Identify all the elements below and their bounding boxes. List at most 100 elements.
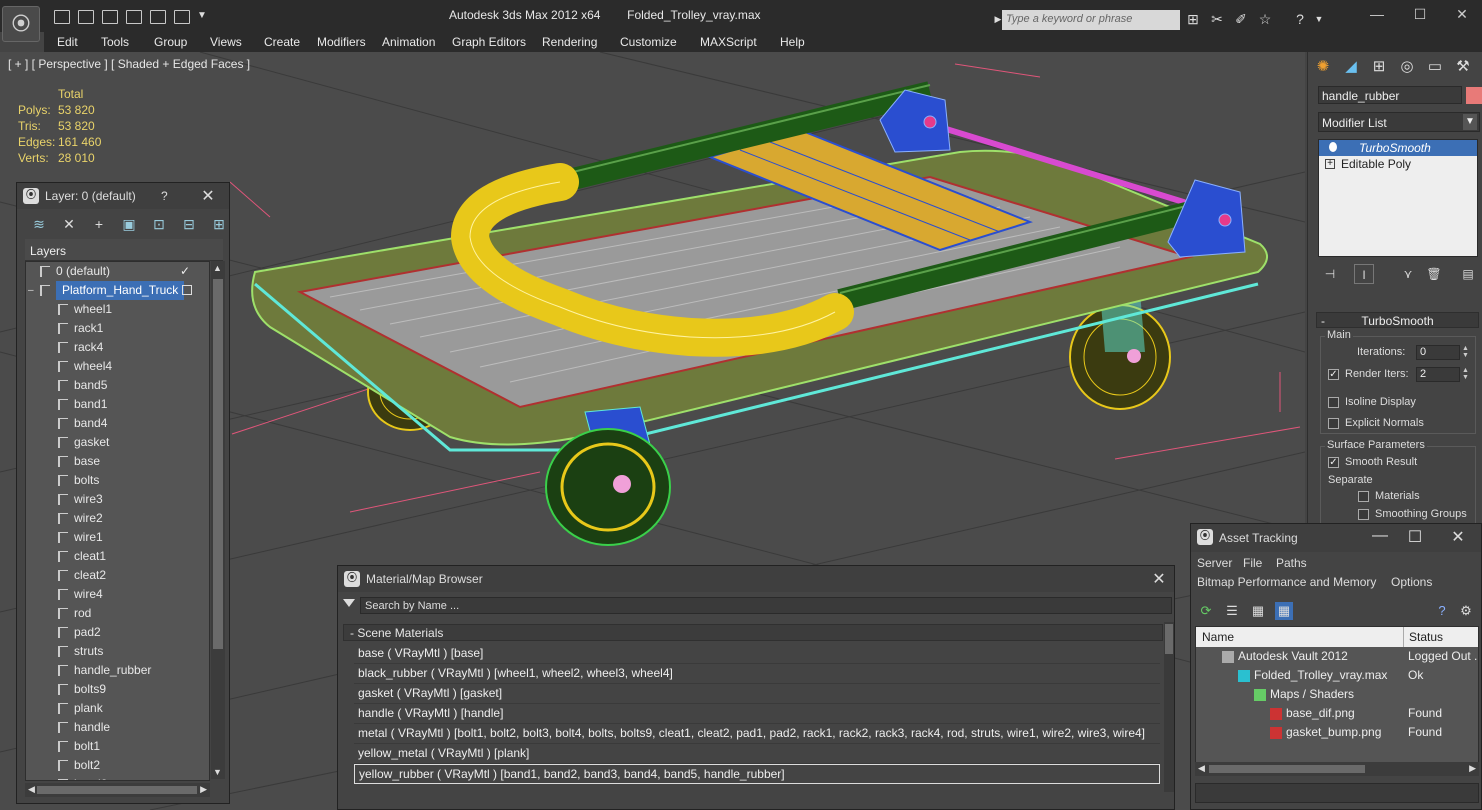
asset-row[interactable]: Autodesk Vault 2012 Logged Out . — [1196, 647, 1478, 666]
explicit-normals-checkbox[interactable] — [1328, 418, 1339, 429]
help-button[interactable]: ? — [161, 189, 168, 203]
object-color-swatch[interactable] — [1466, 87, 1482, 104]
material-row[interactable]: metal ( VRayMtl ) [bolt1, bolt2, bolt3, … — [354, 724, 1160, 744]
menu-tools[interactable]: Tools — [101, 35, 129, 49]
help-icon[interactable]: ? — [1291, 10, 1309, 28]
layer-row[interactable]: gasket — [26, 433, 209, 452]
create-tab-icon[interactable]: ✺ — [1312, 56, 1334, 78]
modifier-list-dropdown[interactable]: Modifier List ▼ — [1318, 112, 1480, 132]
expand-icon[interactable]: + — [1325, 159, 1335, 169]
browser-options-icon[interactable] — [343, 599, 355, 607]
fetch-icon[interactable] — [126, 10, 142, 24]
layer-row[interactable]: wire1 — [26, 528, 209, 547]
undo-icon[interactable] — [150, 10, 166, 24]
modify-tab-icon[interactable]: ◢ — [1340, 56, 1362, 78]
layer-row[interactable]: bolt1 — [26, 737, 209, 756]
minimize-icon[interactable]: — — [1371, 527, 1389, 545]
layer-row[interactable]: band1 — [26, 395, 209, 414]
select-objects-icon[interactable]: ⊡ — [151, 216, 167, 232]
motion-tab-icon[interactable]: ◎ — [1396, 56, 1418, 78]
material-row[interactable]: base ( VRayMtl ) [base] — [354, 644, 1160, 664]
display-tab-icon[interactable]: ▭ — [1424, 56, 1446, 78]
menu-rendering[interactable]: Rendering — [542, 35, 597, 49]
asset-tracking-titlebar[interactable]: ⦿ Asset Tracking — ☐ ✕ — [1191, 524, 1481, 552]
new-file-icon[interactable] — [54, 10, 70, 24]
layer-row[interactable]: handle_rubber — [26, 661, 209, 680]
close-icon[interactable]: ✕ — [1452, 6, 1472, 22]
menu-customize[interactable]: Customize — [620, 35, 677, 49]
layer-row[interactable]: pad2 — [26, 623, 209, 642]
make-unique-icon[interactable]: ⋎ — [1398, 264, 1418, 284]
scroll-right-icon[interactable]: ▶ — [1469, 763, 1476, 774]
scroll-thumb[interactable] — [1165, 624, 1173, 654]
isoline-display-checkbox[interactable] — [1328, 397, 1339, 408]
layer-row[interactable]: wire4 — [26, 585, 209, 604]
set-current-icon[interactable]: ⊞ — [211, 216, 227, 232]
scroll-thumb[interactable] — [213, 279, 223, 649]
material-row[interactable]: handle ( VRayMtl ) [handle] — [354, 704, 1160, 724]
menu-bitmap-performance[interactable]: Bitmap Performance and Memory — [1197, 575, 1376, 589]
settings-icon[interactable]: ⚙ — [1457, 602, 1475, 620]
layer-row[interactable]: cleat2 — [26, 566, 209, 585]
spinner-arrows-icon[interactable]: ▲ ▼ — [1462, 345, 1470, 360]
layer-row[interactable]: base — [26, 452, 209, 471]
layer-row[interactable]: bolt2 — [26, 756, 209, 775]
minimize-icon[interactable]: — — [1367, 6, 1387, 22]
viewport-label[interactable]: [ + ] [ Perspective ] [ Shaded + Edged F… — [8, 57, 250, 71]
menu-graph-editors[interactable]: Graph Editors — [452, 35, 526, 49]
maximize-icon[interactable]: ☐ — [1406, 527, 1424, 546]
material-row[interactable]: black_rubber ( VRayMtl ) [wheel1, wheel2… — [354, 664, 1160, 684]
material-row[interactable]: gasket ( VRayMtl ) [gasket] — [354, 684, 1160, 704]
layer-row[interactable]: bolts — [26, 471, 209, 490]
layer-row[interactable]: wheel4 — [26, 357, 209, 376]
scroll-right-icon[interactable]: ▶ — [200, 784, 207, 795]
layer-row[interactable]: struts — [26, 642, 209, 661]
table-view-icon[interactable]: ▦ — [1275, 602, 1293, 620]
asset-row[interactable]: gasket_bump.png Found — [1196, 723, 1478, 742]
current-layer-checkmark-icon[interactable]: ✓ — [180, 262, 190, 281]
layer-row[interactable]: handle — [26, 718, 209, 737]
quick-access-dropdown-icon[interactable]: ▼ — [193, 7, 211, 25]
create-layer-icon[interactable]: + — [91, 216, 107, 232]
smoothing-groups-checkbox[interactable] — [1358, 509, 1369, 520]
collapse-icon[interactable]: – — [28, 281, 34, 300]
menu-group[interactable]: Group — [154, 35, 187, 49]
asset-row[interactable]: Folded_Trolley_vray.max Ok — [1196, 666, 1478, 685]
stack-item-turbosmooth[interactable]: TurboSmooth — [1319, 140, 1477, 156]
material-browser-titlebar[interactable]: ⦿ Material/Map Browser ✕ — [338, 566, 1174, 592]
stack-item-editable-poly[interactable]: + Editable Poly — [1319, 156, 1477, 172]
help-dropdown-icon[interactable]: ▼ — [1310, 10, 1328, 28]
layer-row[interactable]: – Platform_Hand_Truck — [26, 281, 209, 300]
iterations-spinner[interactable]: 0 — [1416, 345, 1460, 360]
layer-row[interactable]: rack1 — [26, 319, 209, 338]
hscroll-thumb[interactable] — [37, 786, 197, 794]
menu-options[interactable]: Options — [1391, 575, 1432, 589]
asset-horizontal-scrollbar[interactable]: ◀ ▶ — [1195, 762, 1479, 776]
menu-server[interactable]: Server — [1197, 556, 1232, 570]
object-name-field[interactable]: handle_rubber — [1318, 86, 1462, 104]
add-selection-icon[interactable]: ▣ — [121, 216, 137, 232]
list-view-icon[interactable]: ☰ — [1223, 602, 1241, 620]
layer-row[interactable]: wire3 — [26, 490, 209, 509]
hscroll-thumb[interactable] — [1209, 765, 1365, 773]
layer-panel-titlebar[interactable]: ⦿ Layer: 0 (default) ? ✕ — [17, 183, 229, 209]
spinner-arrows-icon[interactable]: ▲ ▼ — [1462, 367, 1470, 382]
menu-paths[interactable]: Paths — [1276, 556, 1307, 570]
scroll-down-icon[interactable]: ▼ — [213, 767, 222, 777]
layer-row[interactable]: wire2 — [26, 509, 209, 528]
highlight-layer-icon[interactable]: ⊟ — [181, 216, 197, 232]
material-search-input[interactable]: Search by Name ... — [360, 597, 1172, 614]
redo-icon[interactable] — [174, 10, 190, 24]
utilities-tab-icon[interactable]: ⚒ — [1452, 56, 1474, 78]
configure-sets-icon[interactable]: ▤ — [1458, 264, 1478, 284]
close-icon[interactable]: ✕ — [199, 186, 217, 205]
app-logo-button[interactable]: ⦿ — [2, 6, 40, 42]
asset-row[interactable]: base_dif.png Found — [1196, 704, 1478, 723]
layer-row[interactable]: band5 — [26, 376, 209, 395]
layers-column-header[interactable]: Layers — [25, 239, 223, 261]
communication-center-icon[interactable]: ✐ — [1232, 10, 1250, 28]
delete-layer-icon[interactable]: ✕ — [61, 216, 77, 232]
layer-horizontal-scrollbar[interactable]: ◀ ▶ — [25, 783, 210, 797]
tree-view-icon[interactable]: ▦ — [1249, 602, 1267, 620]
remove-modifier-icon[interactable]: 🗑 — [1424, 264, 1444, 284]
